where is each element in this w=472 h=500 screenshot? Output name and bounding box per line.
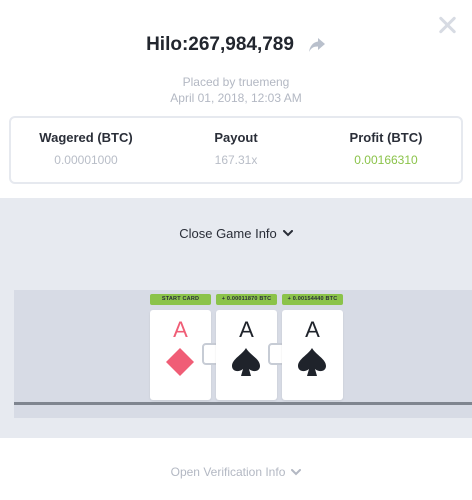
bet-header: Hilo:267,984,789 Placed by truemeng Apri… [0, 34, 472, 106]
card-rank: A [239, 317, 254, 342]
stat-payout: Payout 167.31x [161, 118, 311, 182]
playing-card: A [282, 310, 343, 400]
close-game-info-label: Close Game Info [179, 226, 277, 241]
stat-profit: Profit (BTC) 0.00166310 [311, 118, 461, 182]
card-badge: START CARD [150, 294, 211, 305]
card-board: START CARD A + 0.00011870 BTC A + 0.0015… [14, 290, 472, 418]
share-icon[interactable] [308, 37, 326, 53]
close-icon[interactable] [436, 14, 458, 36]
open-verification-info-button[interactable]: Open Verification Info [0, 465, 472, 479]
spade-icon [298, 348, 326, 376]
spade-icon [232, 348, 260, 376]
stat-wagered: Wagered (BTC) 0.00001000 [11, 118, 161, 182]
game-info-panel: Close Game Info START CARD A + 0.0001187… [0, 198, 472, 438]
bet-stats: Wagered (BTC) 0.00001000 Payout 167.31x … [9, 116, 463, 184]
card-rank: A [305, 317, 320, 342]
placed-by: Placed by truemeng [182, 75, 290, 89]
chevron-down-icon [291, 468, 302, 475]
stat-value: 0.00166310 [354, 153, 418, 167]
close-game-info-button[interactable]: Close Game Info [0, 226, 472, 241]
bet-title: Hilo:267,984,789 [146, 34, 294, 55]
stat-value: 167.31x [214, 153, 258, 167]
chevron-down-icon [282, 230, 293, 237]
diamond-icon [166, 348, 194, 376]
card-rank: A [173, 317, 188, 342]
bet-date: April 01, 2018, 12:03 AM [170, 91, 302, 105]
stat-label: Payout [214, 130, 258, 145]
board-rail [14, 402, 472, 405]
verification-label: Open Verification Info [170, 465, 286, 479]
stat-label: Wagered (BTC) [39, 130, 133, 145]
card-badge: + 0.00011870 BTC [216, 294, 277, 305]
stat-value: 0.00001000 [54, 153, 118, 167]
stat-label: Profit (BTC) [349, 130, 423, 145]
card-badge: + 0.00154440 BTC [282, 294, 343, 305]
title-row: Hilo:267,984,789 [0, 34, 472, 56]
